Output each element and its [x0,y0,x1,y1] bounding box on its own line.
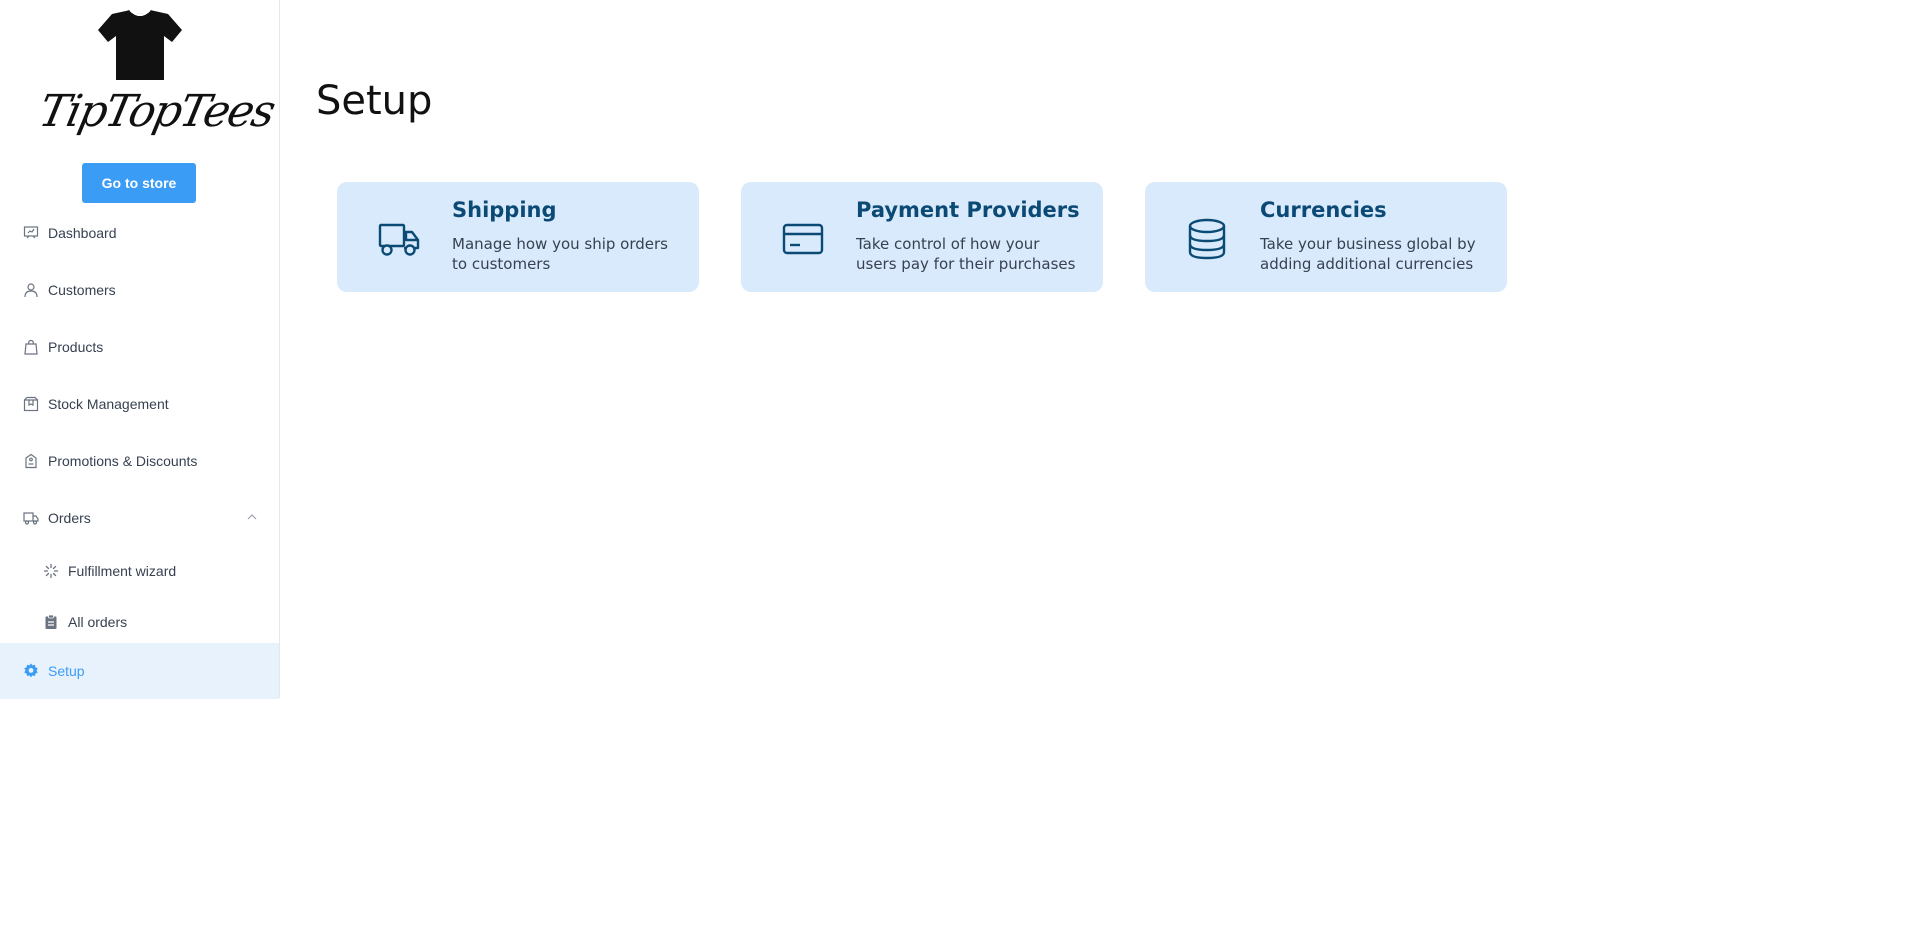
truck-icon [377,217,421,261]
sidebar-item-label: Setup [48,663,85,679]
gear-icon [22,662,40,680]
card-title: Currencies [1260,198,1387,222]
brand-wordmark: TipTopTees [34,86,279,137]
sidebar-item-label: All orders [68,614,128,630]
user-icon [22,281,40,299]
card-title: Payment Providers [856,198,1080,222]
sidebar-item-stock-management[interactable]: Stock Management [0,384,279,424]
card-description: Take your business global by adding addi… [1260,235,1476,273]
presentation-chart-icon [22,224,40,242]
sidebar-item-all-orders[interactable]: All orders [0,602,279,642]
sidebar-item-dashboard[interactable]: Dashboard [0,213,279,253]
sidebar-item-promotions-discounts[interactable]: Promotions & Discounts [0,441,279,481]
card-title: Shipping [452,198,557,222]
page-title: Setup [316,78,433,124]
card-description: Manage how you ship orders to customers [452,235,668,273]
sidebar-item-setup[interactable]: Setup [0,643,279,699]
sidebar-item-label: Promotions & Discounts [48,453,198,469]
go-to-store-button[interactable]: Go to store [82,163,196,203]
chevron-up-icon[interactable] [245,510,259,524]
sidebar-item-label: Stock Management [48,396,169,412]
payment-providers-card[interactable]: Payment Providers Take control of how yo… [741,182,1103,292]
credit-card-icon [781,217,825,261]
sidebar-item-label: Dashboard [48,225,117,241]
box-icon [22,395,40,413]
sidebar-item-orders[interactable]: Orders [0,498,279,538]
shipping-card[interactable]: Shipping Manage how you ship orders to c… [337,182,699,292]
currencies-card[interactable]: Currencies Take your business global by … [1145,182,1507,292]
sidebar-item-label: Products [48,339,104,355]
spinner-icon [42,562,60,580]
sidebar-item-label: Fulfillment wizard [68,563,177,579]
sidebar-item-fulfillment-wizard[interactable]: Fulfillment wizard [0,551,279,591]
card-description: Take control of how your users pay for t… [856,235,1076,273]
database-icon [1185,217,1229,261]
tshirt-icon [98,9,182,80]
clipboard-icon [42,613,60,631]
shopping-bag-icon [22,338,40,356]
sidebar: TipTopTees Go to store Dashboard Custome… [0,0,280,699]
sidebar-item-customers[interactable]: Customers [0,270,279,310]
tag-icon [22,452,40,470]
sidebar-item-products[interactable]: Products [0,327,279,367]
brand-logo[interactable]: TipTopTees [35,8,278,153]
truck-icon [22,509,40,527]
sidebar-item-label: Orders [48,510,91,526]
sidebar-item-label: Customers [48,282,116,298]
